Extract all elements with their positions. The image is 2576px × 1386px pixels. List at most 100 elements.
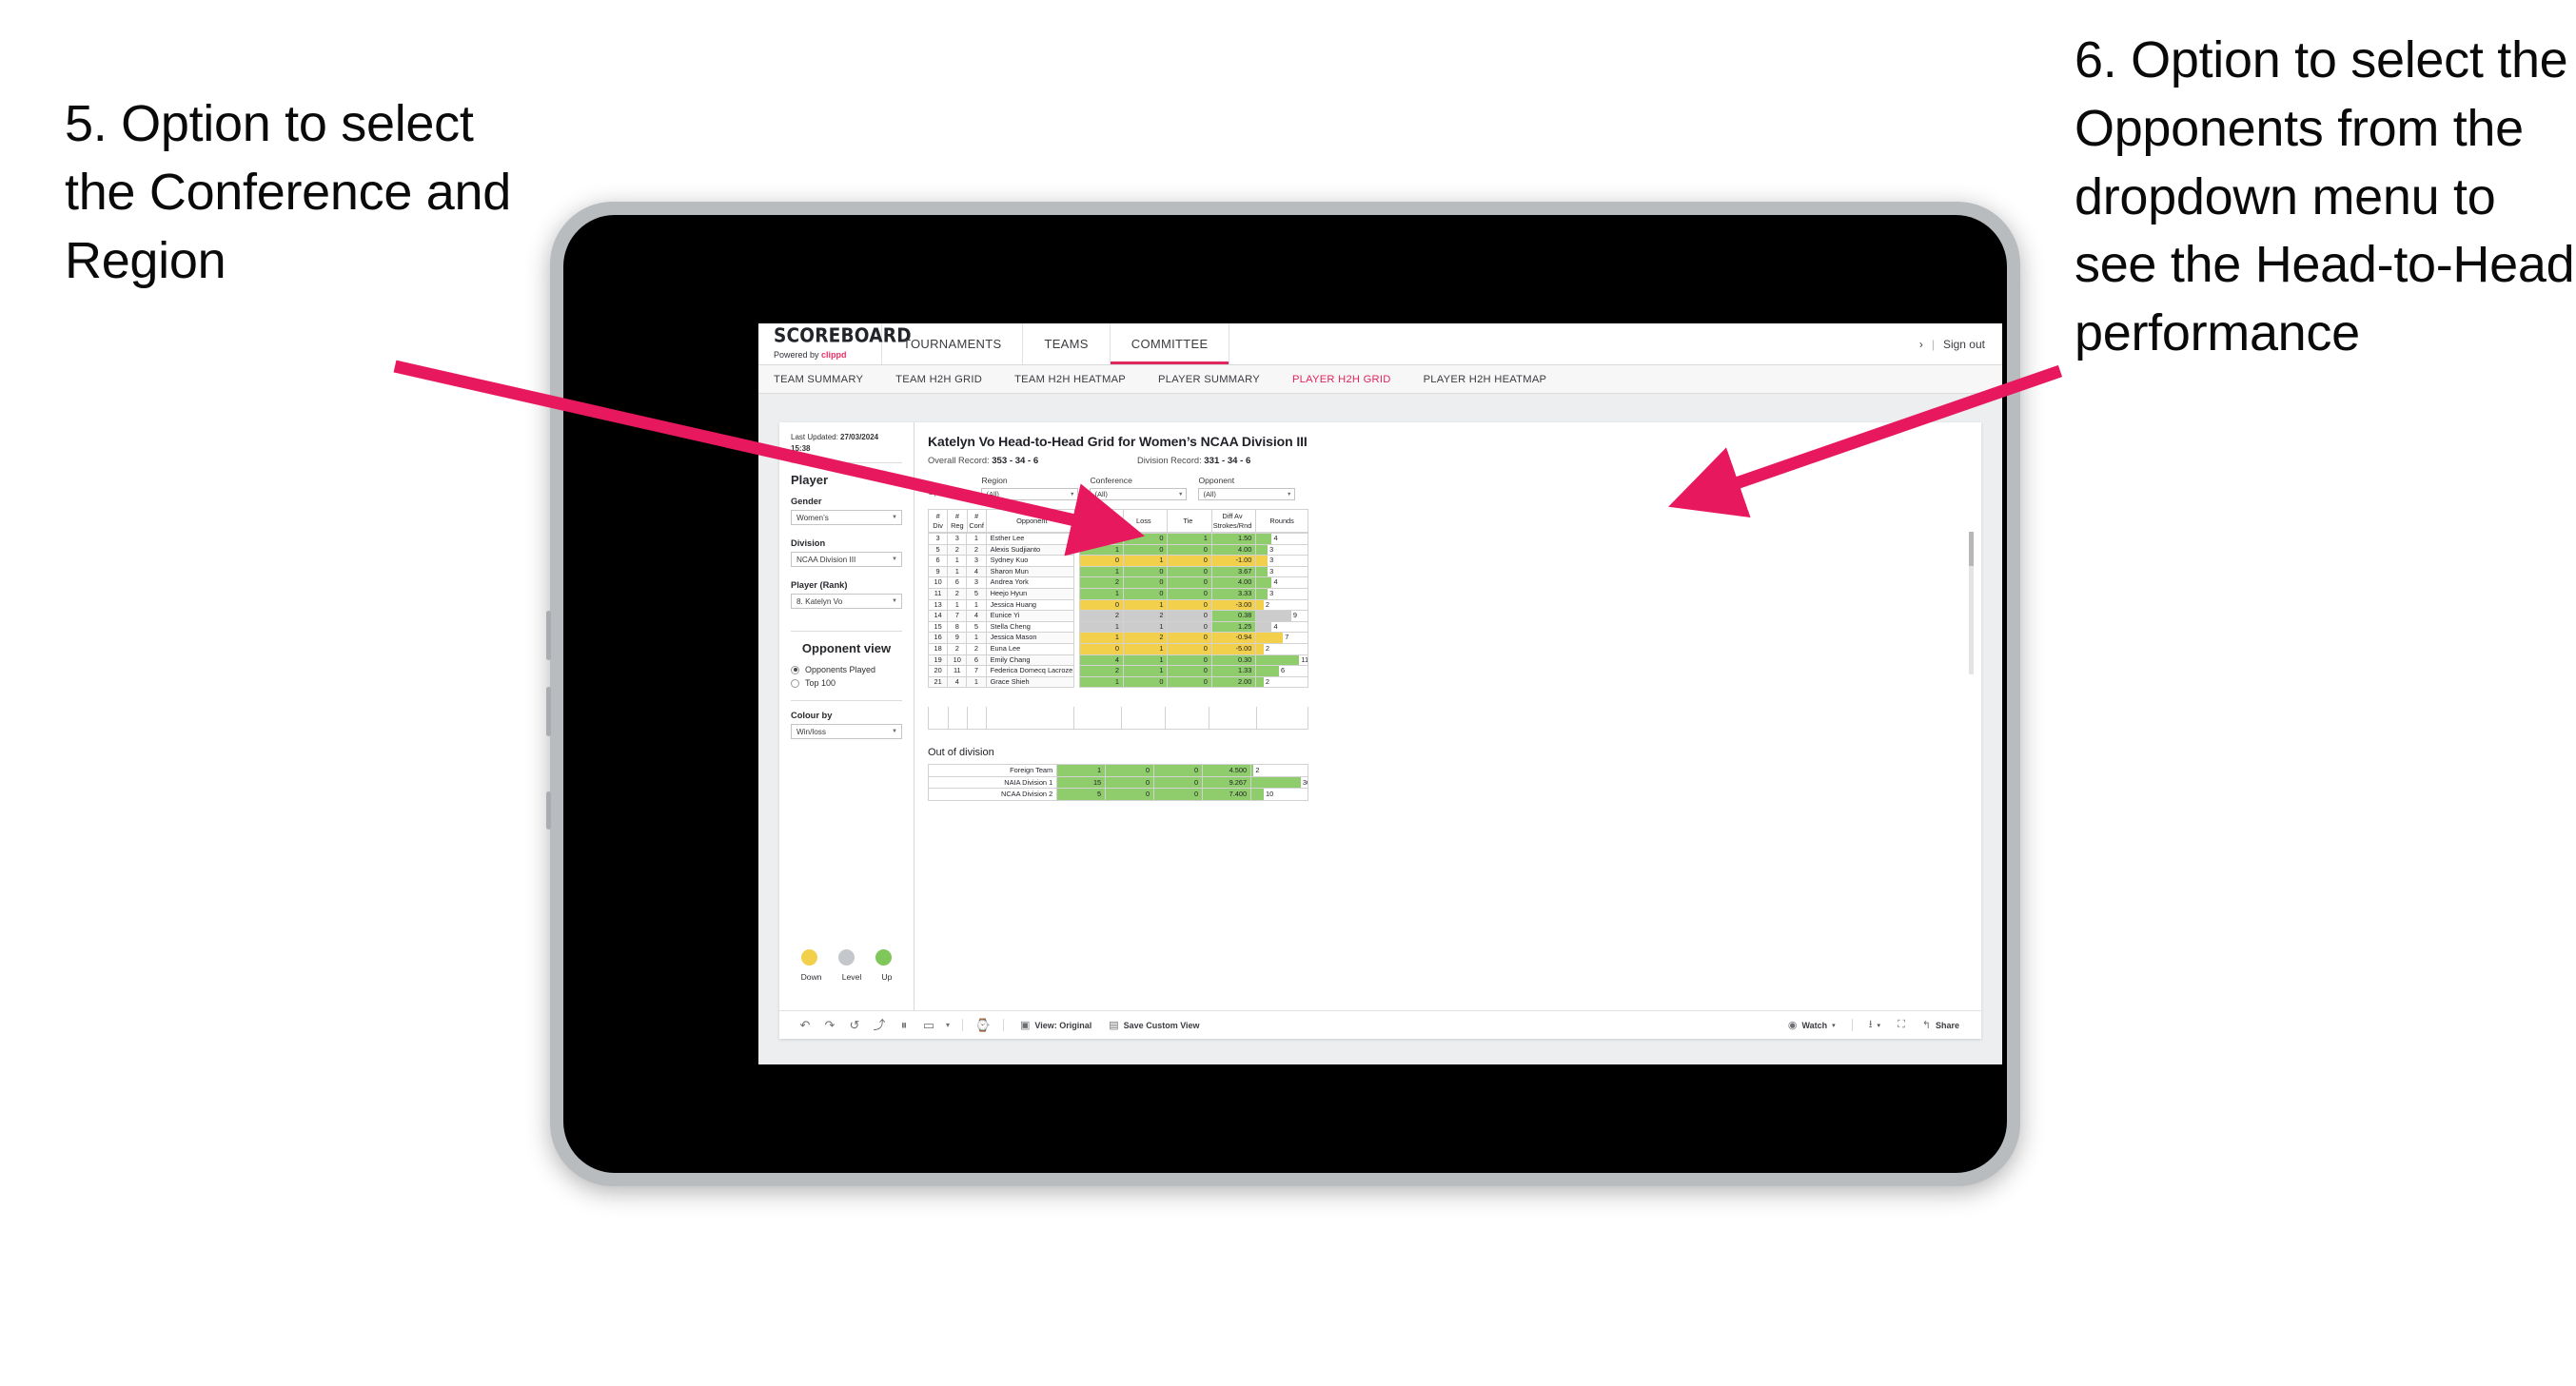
h2h-grid-scroll-area[interactable]: 3 3 1 Esther Lee 1 0 1 1.50 4 5 2 2 Alexis Sudjianto… (928, 533, 1966, 707)
cell-opponent: Jessica Huang (985, 598, 1075, 612)
brand-logo[interactable]: SCOREBOARD Powered by clippd (758, 323, 912, 364)
highlight-icon[interactable]: ▭ (916, 1019, 941, 1031)
cell-tie: 0 (1167, 654, 1212, 667)
tab-team-h2h-heatmap[interactable]: TEAM H2H HEATMAP (1014, 374, 1126, 385)
rounds-bar (1256, 677, 1264, 687)
cell-loss: 0 (1105, 775, 1155, 790)
cell-rounds: 9 (1255, 610, 1308, 622)
cell-tie: 0 (1167, 598, 1212, 612)
rounds-value: 6 (1280, 666, 1286, 675)
col-header-tie[interactable]: Tie (1167, 509, 1212, 533)
tab-player-h2h-heatmap[interactable]: PLAYER H2H HEATMAP (1424, 374, 1547, 385)
cell-win: 2 (1078, 665, 1124, 677)
chevron-right-icon[interactable]: › (1919, 338, 1923, 351)
cell-opponent: Esther Lee (985, 533, 1075, 545)
table-row[interactable]: 6 1 3 Sydney Kuo 0 1 0 -1.00 3 (928, 555, 1308, 567)
sign-out-link[interactable]: Sign out (1943, 338, 1985, 351)
nav-item-tournaments[interactable]: TOURNAMENTS (882, 323, 1024, 364)
out-of-division-row[interactable]: NCAA Division 2 5 0 0 7.400 10 (927, 788, 1308, 801)
col-header-opponent[interactable]: Opponent (985, 509, 1075, 533)
cell-win: 1 (1078, 543, 1124, 556)
cell-rounds: 6 (1255, 665, 1308, 677)
history-icon[interactable]: ⌚ (971, 1019, 995, 1031)
table-row[interactable]: 9 1 4 Sharon Mun 1 0 0 3.67 3 (928, 565, 1308, 578)
view-original-label: View: Original (1034, 1020, 1092, 1030)
legend-label-down: Down (800, 972, 822, 982)
cell-reg: 8 (947, 620, 968, 634)
col-header-loss[interactable]: Loss (1122, 509, 1169, 533)
grid-scrollbar-thumb[interactable] (1969, 532, 1974, 566)
player-rank-select[interactable]: 8. Katelyn Vo ▼ (791, 594, 902, 610)
cell-win: 5 (1056, 788, 1107, 801)
tab-player-h2h-grid[interactable]: PLAYER H2H GRID (1292, 374, 1391, 385)
last-updated-date: 27/03/2024 (840, 433, 879, 441)
out-of-division-body: Foreign Team 1 0 0 4.500 2 NAIA Division 1 15 0 0… (927, 764, 1308, 801)
fullscreen-button[interactable]: ⛶ (1889, 1019, 1914, 1031)
cell-conf: 3 (966, 576, 987, 589)
table-row[interactable]: 16 9 1 Jessica Mason 1 2 0 -0.94 7 (928, 632, 1308, 644)
table-row[interactable]: 10 6 3 Andrea York 2 0 0 4.00 4 (928, 576, 1308, 589)
tab-player-summary[interactable]: PLAYER SUMMARY (1158, 374, 1260, 385)
cell-win: 0 (1078, 598, 1124, 612)
view-original-button[interactable]: ▣ View: Original (1012, 1019, 1100, 1031)
col-header-rounds[interactable]: Rounds (1255, 509, 1308, 533)
radio-top-100[interactable]: Top 100 (791, 678, 902, 688)
col-conf-l1: # (974, 512, 979, 521)
col-header-conf[interactable]: # Conf (966, 509, 987, 533)
grid-scrollbar[interactable] (1969, 532, 1974, 674)
division-select[interactable]: NCAA Division III ▼ (791, 552, 902, 568)
rounds-bar (1256, 644, 1264, 654)
cell-win: 4 (1078, 654, 1124, 667)
chevron-down-icon[interactable]: ▾ (941, 1021, 954, 1029)
cell-tie: 0 (1167, 632, 1212, 644)
opponent-select[interactable]: (All) ▼ (1198, 488, 1296, 500)
pause-icon[interactable]: ⏸ (892, 1019, 916, 1031)
refresh-icon[interactable]: ⤴ (867, 1019, 892, 1031)
table-row[interactable]: 13 1 1 Jessica Huang 0 1 0 -3.00 2 (928, 598, 1308, 612)
table-row[interactable]: 18 2 2 Euna Lee 0 1 0 -5.00 2 (928, 642, 1308, 655)
table-row[interactable]: 14 7 4 Eunice Yi 2 2 0 0.38 9 (928, 610, 1308, 622)
nav-item-teams[interactable]: TEAMS (1023, 323, 1111, 364)
radio-opponents-played[interactable]: Opponents Played (791, 665, 902, 674)
cell-tie: 0 (1153, 788, 1204, 801)
redo-icon[interactable]: ↷ (817, 1019, 842, 1031)
out-of-division-row[interactable]: Foreign Team 1 0 0 4.500 2 (927, 764, 1308, 777)
table-row[interactable]: 20 11 7 Federica Domecq Lacroze 2 1 0 1.33 6 (928, 665, 1308, 677)
cell-loss: 0 (1122, 576, 1169, 589)
watch-button[interactable]: ◉ Watch ▾ (1780, 1019, 1844, 1031)
revert-icon[interactable]: ↺ (842, 1019, 867, 1031)
table-row[interactable]: 3 3 1 Esther Lee 1 0 1 1.50 4 (928, 533, 1308, 545)
undo-icon[interactable]: ↶ (793, 1019, 817, 1031)
cell-diff-av-strokes: 3.67 (1210, 565, 1257, 578)
table-row[interactable]: 5 2 2 Alexis Sudjianto 1 0 0 4.00 3 (928, 543, 1308, 556)
opponents-label: Opponents: (928, 487, 971, 497)
table-row[interactable]: 19 10 6 Emily Chang 4 1 0 0.30 11 (928, 654, 1308, 667)
colour-by-select[interactable]: Win/loss ▼ (791, 724, 902, 740)
rounds-value: 2 (1255, 766, 1260, 774)
download-icon: ⭳ (1868, 1019, 1873, 1030)
download-button[interactable]: ⭳ ▾ (1860, 1016, 1889, 1034)
col-header-reg[interactable]: # Reg (947, 509, 968, 533)
region-select[interactable]: (All) ▼ (981, 488, 1079, 500)
col-header-div[interactable]: # Div (927, 509, 949, 533)
cell-opponent: Emily Chang (985, 654, 1075, 667)
conference-select[interactable]: (All) ▼ (1090, 488, 1188, 500)
tab-team-summary[interactable]: TEAM SUMMARY (774, 374, 863, 385)
tab-team-h2h-grid[interactable]: TEAM H2H GRID (895, 374, 982, 385)
col-header-win[interactable]: Win (1077, 509, 1124, 533)
col-header-diff-av-strokes[interactable]: Diff Av Strokes/Rnd (1210, 509, 1257, 533)
table-row-partial[interactable]: 21 4 1 Grace Shieh 1 0 0 2.00 2 (928, 675, 1308, 689)
cell-div: 16 (928, 632, 949, 644)
gender-select[interactable]: Women’s ▼ (791, 510, 902, 526)
share-icon: ↰ (1921, 1020, 1931, 1031)
eye-icon: ◉ (1787, 1020, 1798, 1031)
table-row[interactable]: 15 8 5 Stella Cheng 1 1 0 1.25 4 (928, 620, 1308, 634)
nav-item-committee[interactable]: COMMITTEE (1110, 323, 1230, 364)
cell-win: 1 (1078, 533, 1124, 545)
share-button[interactable]: ↰ Share (1914, 1019, 1968, 1031)
out-of-division-row[interactable]: NAIA Division 115009.26730 (927, 775, 1308, 790)
table-row[interactable]: 11 2 5 Heejo Hyun 1 0 0 3.33 3 (928, 587, 1308, 600)
cell-opponent: Euna Lee (985, 642, 1075, 655)
save-custom-view-button[interactable]: ▤ Save Custom View (1100, 1019, 1208, 1031)
cell-loss: 0 (1122, 565, 1169, 578)
